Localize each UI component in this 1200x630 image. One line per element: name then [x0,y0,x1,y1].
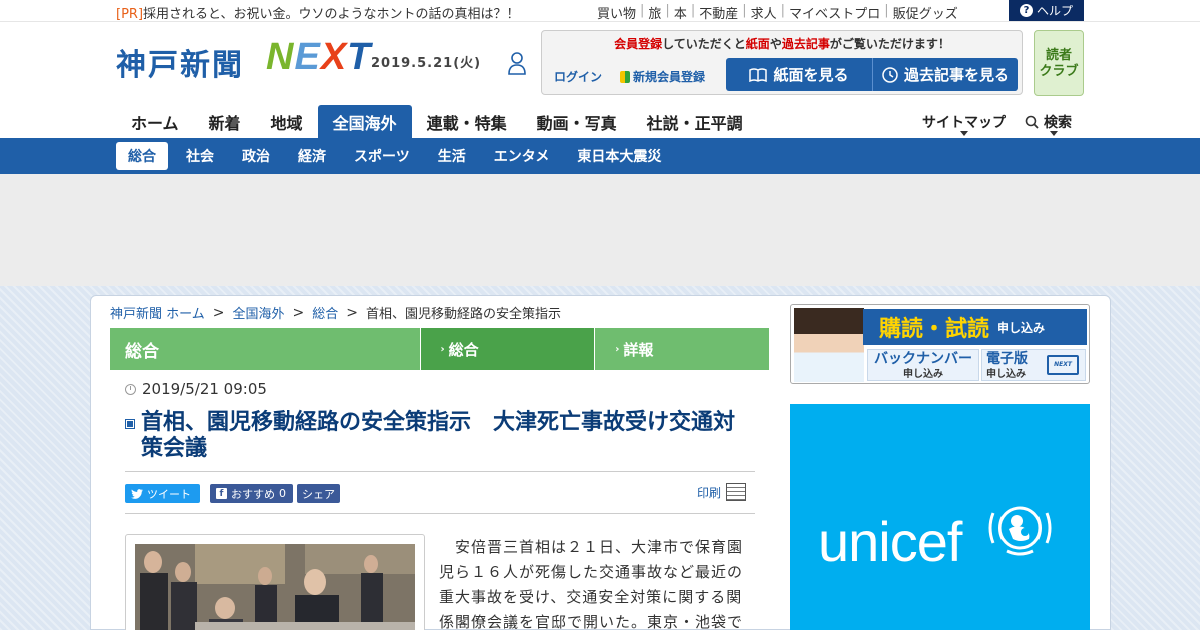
service-links: 買い物 | 旅 | 本 | 不動産 | 求人 | マイベストプロ | 販促グッズ [597,3,958,22]
search-icon [1025,115,1039,129]
link-goods[interactable]: 販促グッズ [893,3,958,22]
site-logo[interactable]: 神戸新聞 [116,40,244,84]
book-icon [749,67,768,82]
section-tab-detail[interactable]: › 詳報 [595,328,771,370]
subnav-earthquake[interactable]: 東日本大震災 [563,142,675,170]
top-utility-bar: [PR]採用されると、お祝い金。ウソのようなホントの話の真相は？！ 買い物 | 旅… [0,0,1200,22]
digital-edition-link[interactable]: 電子版 申し込み NEXT [981,349,1086,381]
subnav-society[interactable]: 社会 [172,142,228,170]
nav-video[interactable]: 動画・写真 [522,105,632,138]
article-date: 2019/5/21 09:05 [125,380,267,398]
help-label: ヘルプ [1036,4,1073,18]
backnumber-link[interactable]: バックナンバー 申し込み [867,349,979,381]
nav-series[interactable]: 連載・特集 [412,105,522,138]
print-button[interactable]: 印刷 [697,483,747,501]
subnav-entertainment[interactable]: エンタメ [480,142,564,170]
link-realestate[interactable]: 不動産 [699,3,738,22]
next-logo[interactable]: NEXT [266,36,371,79]
reader-club-button[interactable]: 読者 クラブ [1034,30,1084,96]
banner-person-image [794,308,864,382]
nav-region[interactable]: 地域 [256,105,318,138]
facebook-icon: f [216,488,227,499]
sub-nav: 総合 社会 政治 経済 スポーツ 生活 エンタメ 東日本大震災 [116,142,675,170]
new-member-link[interactable]: 新規会員登録 [620,68,705,85]
nav-new[interactable]: 新着 [194,105,256,138]
question-icon: ? [1019,4,1033,17]
divider [125,471,755,472]
subnav-sports[interactable]: スポーツ [340,142,424,170]
chevron-right-icon: › [440,343,445,355]
article-photo[interactable] [135,544,415,630]
twitter-bird-icon [131,488,143,499]
article-headline: 首相、園児移動経路の安全策指示 大津死亡事故受け交通対策会議 [141,410,736,461]
breadcrumb-current: 首相、園児移動経路の安全策指示 [365,307,561,322]
subscribe-title: 購読・試読 申し込み [863,309,1087,345]
breadcrumb-home[interactable]: 神戸新聞 ホーム [110,303,205,322]
laptop-icon: NEXT [1047,355,1079,375]
sitemap-link[interactable]: サイトマップ [922,105,1006,138]
member-box: 会員登録していただくと紙面や過去記事がご覧いただけます！ ログイン 新規会員登録… [541,30,1023,95]
print-icon [726,483,747,501]
unicef-wordmark: unicef [818,510,962,573]
link-jobs[interactable]: 求人 [751,3,777,22]
section-tab-general[interactable]: › 総合 [420,328,596,370]
clock-icon [882,66,898,83]
link-books[interactable]: 本 [674,3,687,22]
subnav-politics[interactable]: 政治 [228,142,284,170]
unicef-emblem-icon [988,506,1052,556]
clock-icon [125,383,136,395]
tweet-button[interactable]: ツイート [125,484,200,503]
facebook-recommend-button[interactable]: f おすすめ 0 [210,484,293,503]
past-articles-button[interactable]: 過去記事を見る [872,58,1018,91]
subnav-economy[interactable]: 経済 [284,142,340,170]
nav-home[interactable]: ホーム [116,105,194,138]
ad-space [0,174,1200,286]
section-bar: 総合 › 総合 › 詳報 [110,328,771,370]
pr-text: 採用されると、お祝い金。ウソのようなホントの話の真相は？！ [143,7,520,22]
nav-national[interactable]: 全国海外 [317,105,412,138]
member-message: 会員登録していただくと紙面や過去記事がご覧いただけます！ [614,37,950,51]
headline-marker-icon [125,419,135,429]
breadcrumb-general[interactable]: 総合 [312,303,338,322]
subnav-life[interactable]: 生活 [424,142,480,170]
main-nav: ホーム 新着 地域 全国海外 連載・特集 動画・写真 社説・正平調 [116,105,758,138]
breadcrumb: 神戸新聞 ホーム > 全国海外 > 総合 > 首相、園児移動経路の安全策指示 [110,303,561,323]
beginner-mark-icon [620,70,630,83]
link-mybestpro[interactable]: マイベストプロ [789,3,880,22]
search-link[interactable]: 検索 [1025,105,1072,138]
dropdown-triangle-icon [1050,131,1059,136]
pr-tag: [PR] [116,7,144,22]
help-button[interactable]: ? ヘルプ [1009,0,1084,21]
subnav-general[interactable]: 総合 [116,142,168,170]
subscribe-banner[interactable]: 購読・試読 申し込み バックナンバー 申し込み 電子版 申し込み NEXT [790,304,1090,384]
header-date: 2019.5.21(火) [371,56,482,71]
breadcrumb-national[interactable]: 全国海外 [232,303,284,322]
divider [125,513,755,514]
link-shopping[interactable]: 買い物 [597,3,636,22]
user-icon [508,52,526,75]
section-title: 総合 [110,328,421,370]
login-link[interactable]: ログイン [554,68,602,85]
article-body: 安倍晋三首相は２１日、大津市で保育園児ら１６人が死傷した交通事故など最近の重大事… [439,538,744,630]
unicef-ad[interactable]: unicef [790,404,1090,630]
dropdown-triangle-icon [960,131,968,136]
chevron-right-icon: › [615,343,620,355]
recommend-count: 0 [279,487,286,500]
view-paper-button[interactable]: 紙面を見る [726,58,872,91]
link-travel[interactable]: 旅 [648,3,661,22]
nav-editorial[interactable]: 社説・正平調 [632,105,758,138]
pr-link[interactable]: [PR]採用されると、お祝い金。ウソのようなホントの話の真相は？！ [116,3,520,22]
share-button[interactable]: シェア [297,484,340,503]
